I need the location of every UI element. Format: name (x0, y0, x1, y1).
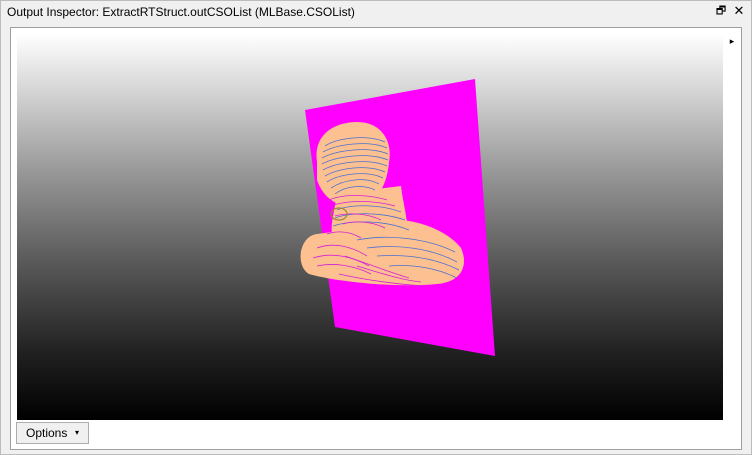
title-bar: Output Inspector: ExtractRTStruct.outCSO… (1, 1, 751, 23)
3d-viewer[interactable] (17, 34, 723, 420)
3d-scene (300, 79, 495, 356)
output-inspector-window: Output Inspector: ExtractRTStruct.outCSO… (0, 0, 752, 455)
chevron-down-icon: ▾ (75, 428, 80, 437)
options-button[interactable]: Options ▾ (16, 422, 89, 444)
restore-icon[interactable]: 🗗 (714, 4, 728, 18)
inspector-panel: ▸ Options ▾ (10, 27, 742, 450)
options-label: Options (26, 426, 68, 440)
close-icon[interactable]: ✕ (732, 4, 746, 18)
window-title: Output Inspector: ExtractRTStruct.outCSO… (7, 5, 355, 19)
expand-panel-icon[interactable]: ▸ (727, 36, 737, 46)
